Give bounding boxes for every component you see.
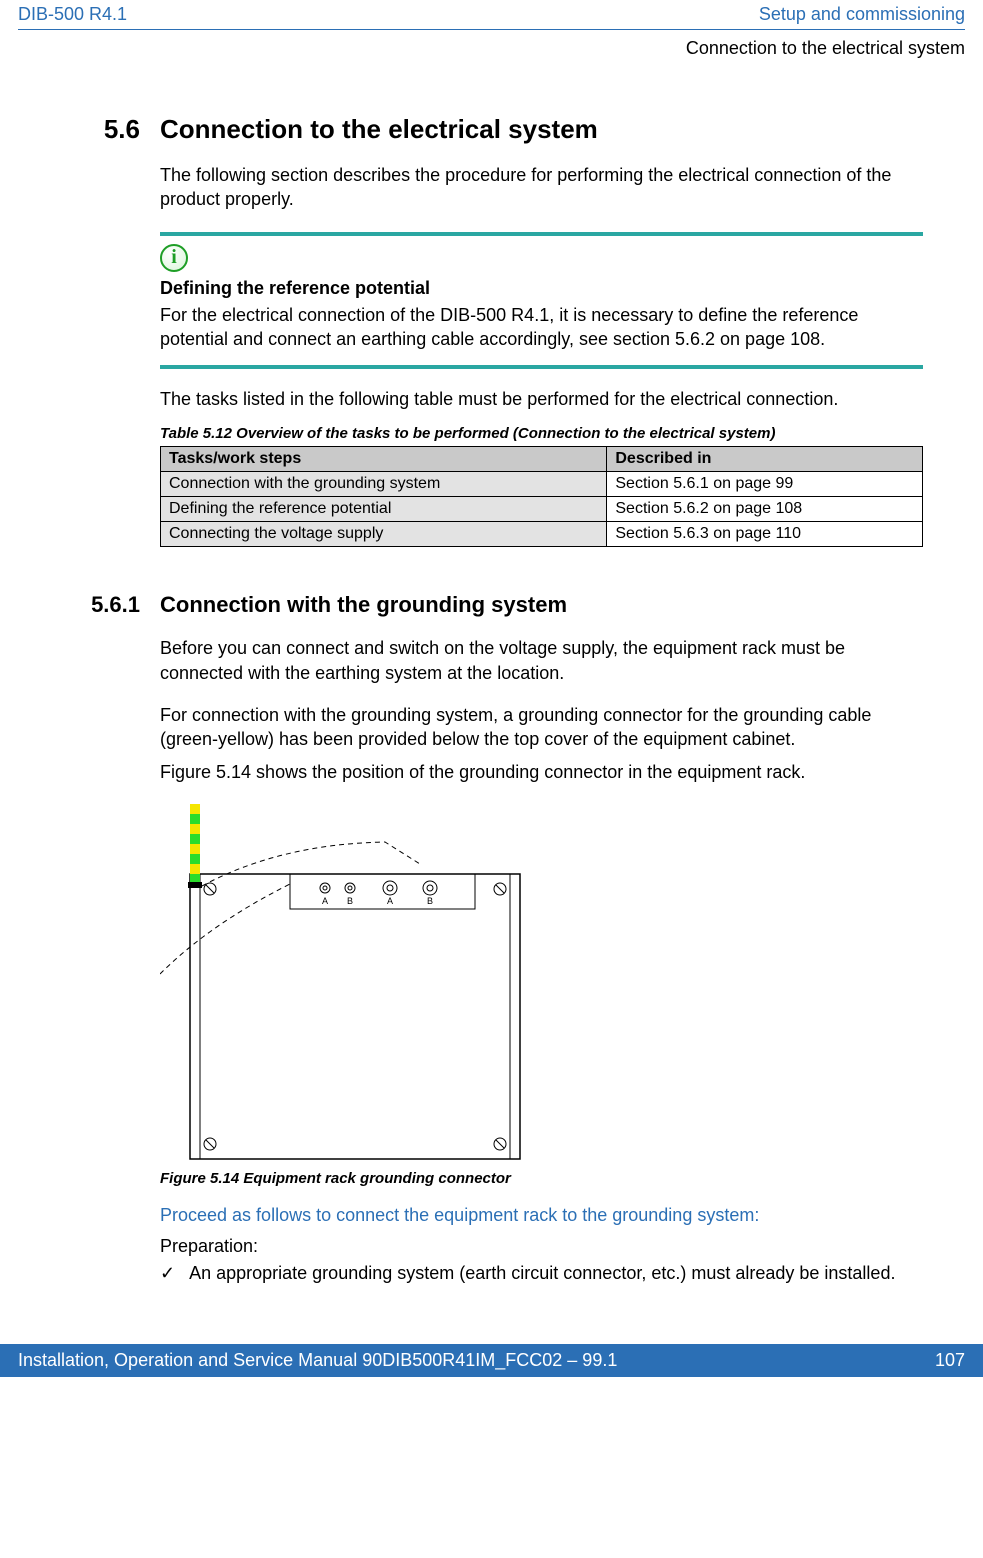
checkmark-icon: ✓ bbox=[160, 1263, 175, 1284]
subsection-p2: For connection with the grounding system… bbox=[160, 703, 923, 752]
section-heading: 5.6 Connection to the electrical system bbox=[60, 114, 923, 145]
subsection-number: 5.6.1 bbox=[60, 592, 160, 618]
connector-label: B bbox=[347, 896, 353, 906]
connector-label: A bbox=[322, 896, 328, 906]
procedure-instruction: Proceed as follows to connect the equipm… bbox=[160, 1205, 923, 1226]
header-right: Setup and commissioning bbox=[759, 4, 965, 25]
figure-caption: Figure 5.14 Equipment rack grounding con… bbox=[160, 1170, 923, 1187]
header-sub: Connection to the electrical system bbox=[0, 30, 983, 59]
subsection-title: Connection with the grounding system bbox=[160, 592, 567, 618]
content-area: 5.6 Connection to the electrical system … bbox=[0, 114, 983, 1284]
subsection-p3: Figure 5.14 shows the position of the gr… bbox=[160, 760, 923, 784]
subsection-heading: 5.6.1 Connection with the grounding syst… bbox=[60, 592, 923, 618]
table-row: Connecting the voltage supply Section 5.… bbox=[161, 522, 923, 547]
table-cell: Section 5.6.2 on page 108 bbox=[607, 497, 923, 522]
tasks-table: Tasks/work steps Described in Connection… bbox=[160, 446, 923, 547]
list-item: ✓ An appropriate grounding system (earth… bbox=[160, 1263, 923, 1284]
section-number: 5.6 bbox=[60, 114, 160, 145]
preparation-label: Preparation: bbox=[160, 1236, 923, 1257]
section-intro: The following section describes the proc… bbox=[160, 163, 923, 212]
footer-page-number: 107 bbox=[935, 1350, 965, 1371]
table-cell: Connecting the voltage supply bbox=[161, 522, 607, 547]
table-header: Described in bbox=[607, 447, 923, 472]
table-cell: Section 5.6.3 on page 110 bbox=[607, 522, 923, 547]
header-left: DIB-500 R4.1 bbox=[18, 4, 127, 25]
table-cell: Defining the reference potential bbox=[161, 497, 607, 522]
info-body: For the electrical connection of the DIB… bbox=[160, 303, 923, 352]
info-icon: i bbox=[160, 244, 188, 272]
table-cell: Connection with the grounding system bbox=[161, 472, 607, 497]
footer-left: Installation, Operation and Service Manu… bbox=[18, 1350, 617, 1371]
info-box-bottom-rule bbox=[160, 365, 923, 369]
info-heading: Defining the reference potential bbox=[160, 278, 923, 299]
figure: A B A B Figure 5.14 Equipment rack groun… bbox=[160, 804, 923, 1187]
preparation-list: ✓ An appropriate grounding system (earth… bbox=[160, 1263, 923, 1284]
table-row: Defining the reference potential Section… bbox=[161, 497, 923, 522]
connector-label: B bbox=[427, 896, 433, 906]
list-item-text: An appropriate grounding system (earth c… bbox=[189, 1263, 895, 1284]
page-footer: Installation, Operation and Service Manu… bbox=[0, 1344, 983, 1377]
subsection-p1: Before you can connect and switch on the… bbox=[160, 636, 923, 685]
table-header: Tasks/work steps bbox=[161, 447, 607, 472]
page-header: DIB-500 R4.1 Setup and commissioning bbox=[0, 0, 983, 25]
info-box-top-rule bbox=[160, 232, 923, 236]
table-row: Connection with the grounding system Sec… bbox=[161, 472, 923, 497]
equipment-rack-diagram: A B A B bbox=[160, 804, 530, 1164]
tasks-intro: The tasks listed in the following table … bbox=[160, 387, 923, 411]
connector-label: A bbox=[387, 896, 393, 906]
table-caption: Table 5.12 Overview of the tasks to be p… bbox=[160, 425, 923, 442]
table-cell: Section 5.6.1 on page 99 bbox=[607, 472, 923, 497]
section-title: Connection to the electrical system bbox=[160, 114, 598, 145]
grounding-cable-icon bbox=[188, 804, 202, 888]
table-header-row: Tasks/work steps Described in bbox=[161, 447, 923, 472]
